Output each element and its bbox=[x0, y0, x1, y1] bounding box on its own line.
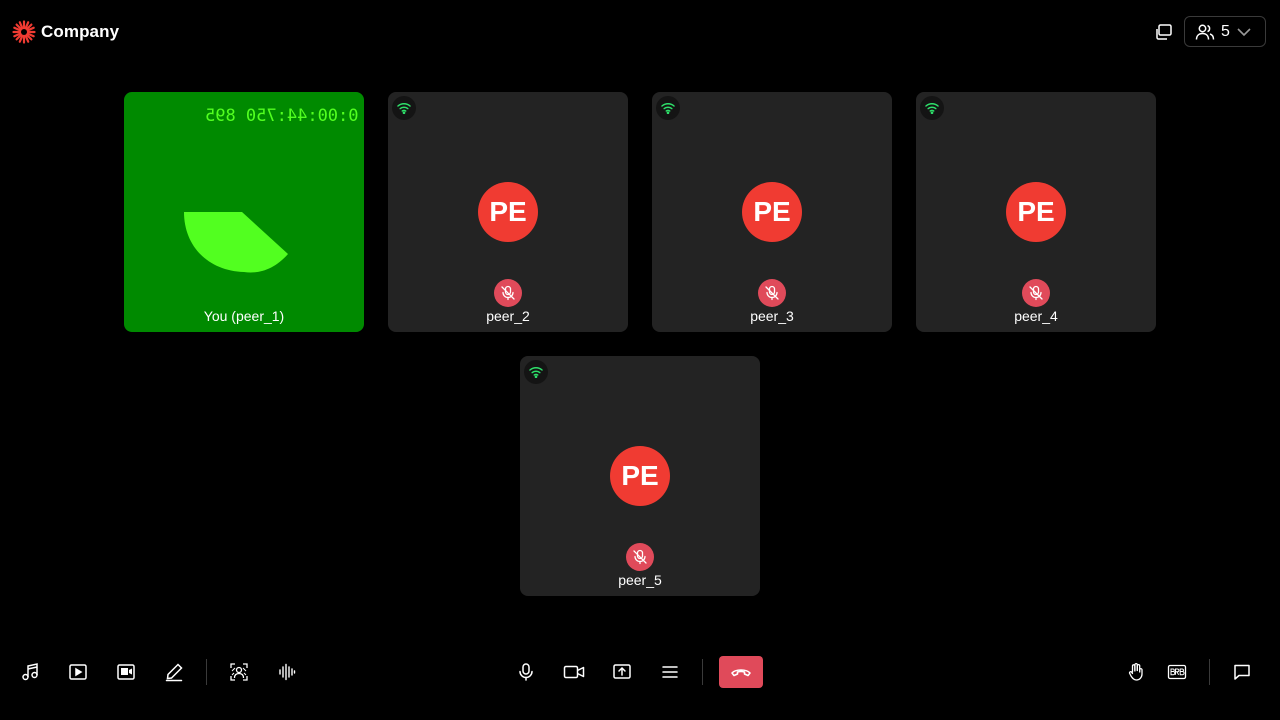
noise-suppression-icon bbox=[279, 663, 296, 681]
microphone-icon bbox=[519, 663, 533, 681]
leave-call-button[interactable] bbox=[719, 656, 763, 688]
network-quality-badge bbox=[656, 96, 680, 120]
virtual-background-icon bbox=[230, 663, 248, 681]
brb-icon bbox=[1167, 664, 1187, 680]
pip-button[interactable] bbox=[1152, 20, 1176, 44]
more-menu-button[interactable] bbox=[658, 660, 682, 684]
brb-button[interactable] bbox=[1165, 660, 1189, 684]
video-tile-peer[interactable]: PE peer_2 bbox=[388, 92, 628, 332]
video-tile-peer[interactable]: PE peer_5 bbox=[520, 356, 760, 596]
video-frame-shape bbox=[184, 212, 288, 273]
toolbar-divider bbox=[1209, 659, 1210, 685]
participants-button[interactable]: 5 bbox=[1184, 16, 1266, 47]
tile-name-label: peer_2 bbox=[486, 308, 530, 324]
muted-badge bbox=[1022, 279, 1050, 307]
mic-off-icon bbox=[1029, 285, 1043, 301]
company-name: Company bbox=[41, 22, 120, 41]
leave-call-icon bbox=[731, 669, 751, 677]
avatar: PE bbox=[610, 446, 670, 506]
whiteboard-button[interactable] bbox=[162, 660, 186, 684]
music-icon bbox=[22, 663, 38, 681]
whiteboard-pen-icon bbox=[165, 663, 183, 682]
camera-button[interactable] bbox=[562, 660, 586, 684]
chevron-down-icon bbox=[1237, 27, 1251, 36]
wifi-icon bbox=[661, 102, 675, 114]
avatar: PE bbox=[1006, 182, 1066, 242]
avatar: PE bbox=[478, 182, 538, 242]
muted-badge bbox=[626, 543, 654, 571]
microphone-button[interactable] bbox=[514, 660, 538, 684]
avatar: PE bbox=[742, 182, 802, 242]
toolbar-divider bbox=[206, 659, 207, 685]
screen-share-icon bbox=[613, 664, 631, 679]
chat-icon bbox=[1234, 664, 1250, 680]
network-quality-badge bbox=[392, 96, 416, 120]
tile-name-label: You (peer_1) bbox=[203, 308, 285, 324]
camera-icon bbox=[563, 665, 585, 679]
tile-name-label: peer_5 bbox=[618, 572, 662, 588]
more-menu-icon bbox=[662, 666, 678, 678]
video-library-icon bbox=[117, 664, 135, 680]
tile-name-label: peer_3 bbox=[750, 308, 794, 324]
raise-hand-icon bbox=[1128, 663, 1143, 681]
video-tile-peer[interactable]: PE peer_4 bbox=[916, 92, 1156, 332]
video-timecode: 0:00:44:750 895 bbox=[205, 106, 359, 126]
noise-suppression-button[interactable] bbox=[275, 660, 299, 684]
company-logo: Company bbox=[12, 20, 119, 44]
people-icon bbox=[1195, 24, 1215, 40]
muted-badge bbox=[758, 279, 786, 307]
tile-name-label: peer_4 bbox=[1014, 308, 1058, 324]
wifi-icon bbox=[529, 366, 543, 378]
play-video-button[interactable] bbox=[66, 660, 90, 684]
chat-button[interactable] bbox=[1230, 660, 1254, 684]
mic-off-icon bbox=[501, 285, 515, 301]
network-quality-badge bbox=[920, 96, 944, 120]
network-quality-badge bbox=[524, 360, 548, 384]
raise-hand-button[interactable] bbox=[1124, 660, 1148, 684]
video-play-icon bbox=[69, 664, 87, 680]
video-tile-local[interactable]: 0:00:44:750 895 You (peer_1) bbox=[124, 92, 364, 332]
starburst-logo-icon bbox=[12, 20, 36, 44]
mic-off-icon bbox=[765, 285, 779, 301]
toolbar-divider bbox=[702, 659, 703, 685]
wifi-icon bbox=[925, 102, 939, 114]
screen-share-button[interactable] bbox=[610, 660, 634, 684]
picture-in-picture-icon bbox=[1156, 24, 1172, 40]
virtual-background-button[interactable] bbox=[227, 660, 251, 684]
video-tile-peer[interactable]: PE peer_3 bbox=[652, 92, 892, 332]
mic-off-icon bbox=[633, 549, 647, 565]
video-library-button[interactable] bbox=[114, 660, 138, 684]
music-button[interactable] bbox=[18, 660, 42, 684]
wifi-icon bbox=[397, 102, 411, 114]
muted-badge bbox=[494, 279, 522, 307]
participant-count: 5 bbox=[1221, 22, 1230, 40]
